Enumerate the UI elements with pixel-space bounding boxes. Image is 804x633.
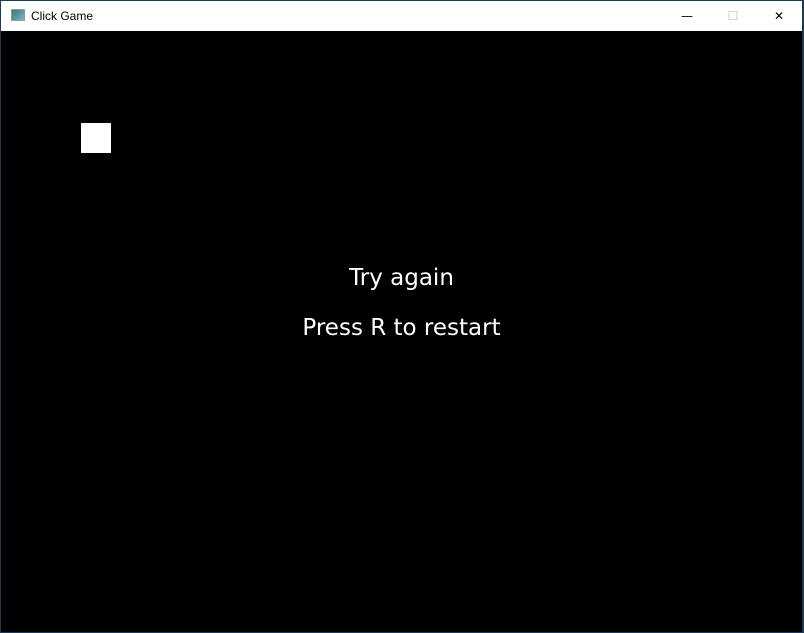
game-canvas[interactable]: Try again Press R to restart bbox=[1, 31, 802, 632]
window-title: Click Game bbox=[31, 9, 94, 23]
game-over-message: Try again bbox=[349, 265, 454, 291]
app-icon bbox=[11, 9, 25, 21]
restart-instruction: Press R to restart bbox=[302, 315, 501, 341]
game-window: Click Game — ☐ ✕ Try again Press R to re… bbox=[1, 1, 802, 632]
title-bar[interactable]: Click Game — ☐ ✕ bbox=[1, 1, 802, 31]
minimize-button[interactable]: — bbox=[664, 1, 710, 31]
click-target-square[interactable] bbox=[81, 123, 111, 153]
close-button[interactable]: ✕ bbox=[756, 1, 802, 31]
maximize-button[interactable]: ☐ bbox=[710, 1, 756, 31]
